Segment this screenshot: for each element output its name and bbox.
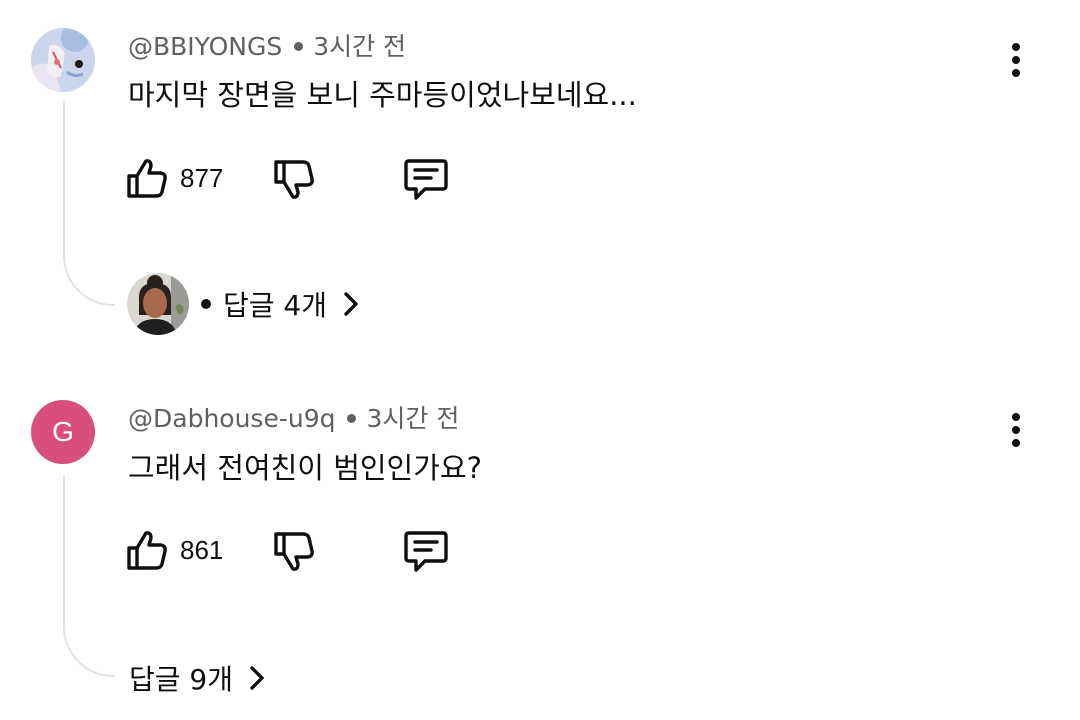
meta-separator-dot xyxy=(347,413,357,423)
replier-photo-avatar xyxy=(127,273,189,335)
illustrated-profile-avatar xyxy=(31,28,95,92)
like-count: 877 xyxy=(180,162,224,193)
comments-section: @BBIYONGS 3시간 전 마지막 장면을 보니 주마등이었나보네요... 8… xyxy=(0,0,1080,720)
chevron-right-icon xyxy=(344,292,358,316)
like-button[interactable]: 861 xyxy=(126,529,223,571)
thumbs-down-icon xyxy=(274,532,314,571)
vertical-ellipsis-icon xyxy=(1012,413,1020,447)
thumbs-down-icon xyxy=(274,160,314,199)
view-replies-button[interactable]: 답글 9개 xyxy=(129,658,265,698)
comment-timestamp[interactable]: 3시간 전 xyxy=(313,32,406,61)
more-options-button[interactable] xyxy=(1001,408,1031,452)
like-button[interactable]: 877 xyxy=(126,157,223,199)
replies-count-label: 답글 9개 xyxy=(129,663,233,696)
thread-connector xyxy=(63,475,115,677)
thread-connector xyxy=(63,100,115,306)
author-handle[interactable]: @Dabhouse-u9q xyxy=(128,404,335,433)
vertical-ellipsis-icon xyxy=(1012,43,1020,77)
thumbs-up-icon xyxy=(127,531,167,570)
reply-button[interactable] xyxy=(403,158,449,202)
replies-count-label: 답글 4개 xyxy=(223,289,327,322)
comment-timestamp[interactable]: 3시간 전 xyxy=(366,404,459,433)
dislike-button[interactable] xyxy=(273,531,315,573)
like-count: 861 xyxy=(180,534,224,565)
author-avatar[interactable]: G xyxy=(31,400,95,464)
thumbs-up-icon xyxy=(127,159,167,198)
comment-bubble-icon xyxy=(404,159,448,200)
more-options-button[interactable] xyxy=(1001,38,1031,82)
avatar-initial: G xyxy=(52,416,74,447)
replier-avatar xyxy=(127,273,189,335)
author-handle[interactable]: @BBIYONGS xyxy=(128,32,282,61)
replies-separator-dot xyxy=(201,299,211,309)
author-avatar[interactable] xyxy=(31,28,95,92)
comment-text: 마지막 장면을 보니 주마등이었나보네요... xyxy=(128,78,637,112)
comment-meta: @BBIYONGS 3시간 전 xyxy=(128,32,406,62)
comment-bubble-icon xyxy=(404,531,448,572)
chevron-right-icon xyxy=(250,666,264,690)
dislike-button[interactable] xyxy=(273,159,315,201)
comment-text: 그래서 전여친이 범인인가요? xyxy=(128,451,482,485)
reply-button[interactable] xyxy=(403,530,449,574)
meta-separator-dot xyxy=(294,41,304,51)
view-replies-button[interactable]: 답글 4개 xyxy=(127,273,359,335)
comment-meta: @Dabhouse-u9q 3시간 전 xyxy=(128,404,459,434)
